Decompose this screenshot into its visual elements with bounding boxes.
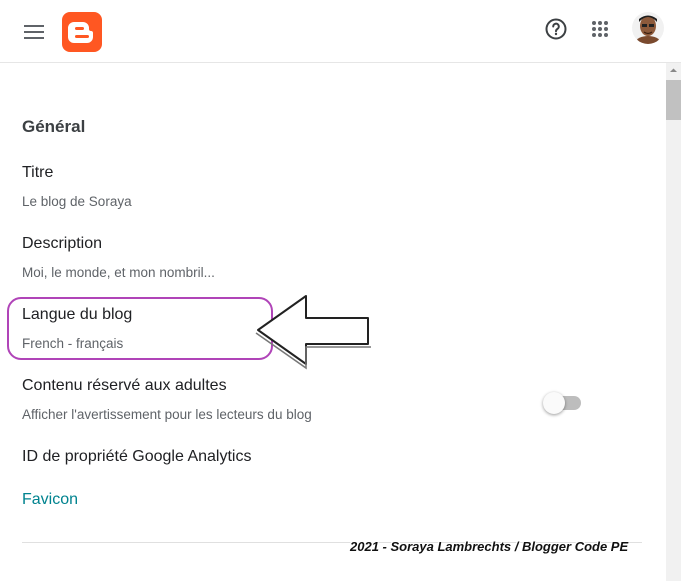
favicon-link[interactable]: Favicon <box>22 491 78 509</box>
adult-content-toggle[interactable] <box>543 392 583 414</box>
description-setting-value: Moi, le monde, et mon nombril... <box>22 265 215 280</box>
apps-grid-icon[interactable] <box>588 17 612 41</box>
user-avatar[interactable] <box>632 12 664 44</box>
adult-content-setting-label[interactable]: Contenu réservé aux adultes <box>22 377 227 395</box>
description-setting-label[interactable]: Description <box>22 235 102 253</box>
scrollbar-track[interactable] <box>666 63 681 581</box>
top-app-bar <box>0 0 681 63</box>
adult-content-setting-description: Afficher l'avertissement pour les lecteu… <box>22 407 312 422</box>
hamburger-menu-icon[interactable] <box>22 20 46 44</box>
language-setting-label[interactable]: Langue du blog <box>22 306 132 324</box>
left-arrow-icon <box>250 290 372 370</box>
scroll-up-arrow-icon[interactable] <box>667 64 680 77</box>
blogger-logo-icon[interactable] <box>62 12 102 52</box>
title-setting-label[interactable]: Titre <box>22 164 53 182</box>
toggle-knob <box>543 392 565 414</box>
section-title-general: Général <box>22 117 86 136</box>
watermark-credit: 2021 - Soraya Lambrechts / Blogger Code … <box>350 539 629 554</box>
title-setting-value: Le blog de Soraya <box>22 194 132 209</box>
analytics-setting-label[interactable]: ID de propriété Google Analytics <box>22 448 251 466</box>
language-setting-value: French - français <box>22 336 124 351</box>
scrollbar-thumb[interactable] <box>666 80 681 120</box>
help-circle-icon[interactable] <box>544 17 568 41</box>
